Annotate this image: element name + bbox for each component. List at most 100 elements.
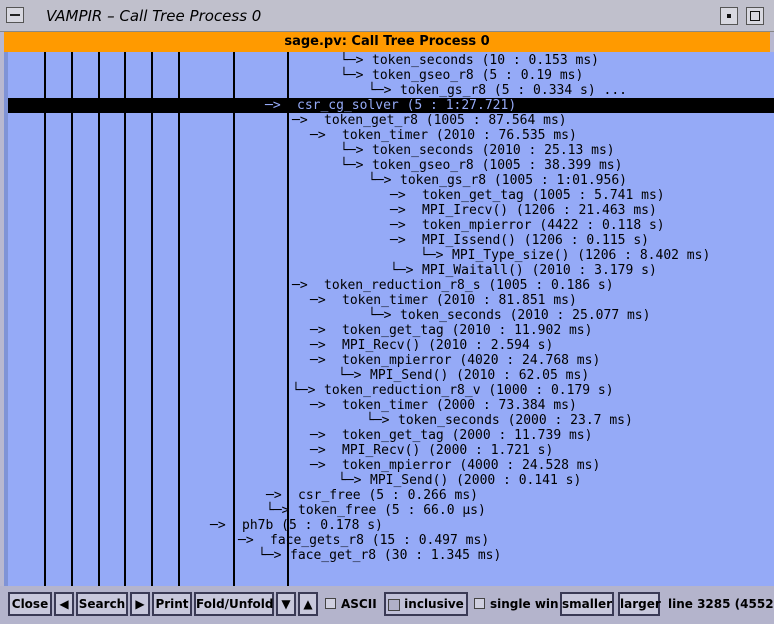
tree-connector: ─> — [390, 188, 406, 203]
tree-row[interactable]: ─> token_get_tag (2010 : 11.902 ms) — [8, 323, 774, 338]
tree-row-label: token_gseo_r8 (1005 : 38.399 ms) — [372, 158, 623, 173]
main-frame: sage.pv: Call Tree Process 0 └─> token_se… — [4, 32, 774, 620]
tree-row-label: token_reduction_r8_v (1000 : 0.179 s) — [324, 383, 614, 398]
minimize-button[interactable] — [720, 7, 738, 25]
tree-row-label: token_seconds (2010 : 25.077 ms) — [400, 308, 651, 323]
tree-row-label: token_gseo_r8 (5 : 0.19 ms) — [372, 68, 584, 83]
tree-row-label: token_mpierror (4020 : 24.768 ms) — [342, 353, 601, 368]
triangle-up-icon: ▲ — [303, 597, 313, 611]
tree-row[interactable]: └─> token_gseo_r8 (1005 : 38.399 ms) — [8, 158, 774, 173]
tree-connector: └─> — [368, 173, 392, 188]
tree-connector: └─> — [368, 308, 392, 323]
tree-row[interactable]: └─> token_gseo_r8 (5 : 0.19 ms) — [8, 68, 774, 83]
tree-connector: ─> — [210, 518, 226, 533]
search-next-button[interactable]: ▶ — [130, 592, 150, 616]
tree-connector: ─> — [310, 458, 326, 473]
tree-connector: └─> — [420, 248, 444, 263]
tree-row[interactable]: ─> token_get_r8 (1005 : 87.564 ms) — [8, 113, 774, 128]
tree-row[interactable]: ─> token_reduction_r8_s (1005 : 0.186 s) — [8, 278, 774, 293]
tree-row-label: token_gs_r8 (1005 : 1:01.956) — [400, 173, 627, 188]
window-title: VAMPIR – Call Tree Process 0 — [46, 7, 262, 25]
tree-row[interactable]: ─> token_mpierror (4000 : 24.528 ms) — [8, 458, 774, 473]
window-menu-button[interactable] — [6, 7, 24, 23]
tree-row-label: MPI_Send() (2000 : 0.141 s) — [370, 473, 582, 488]
single-win-label: single win — [490, 597, 559, 611]
line-status: line 3285 (4552) — [668, 597, 774, 611]
tree-connector: ─> — [310, 443, 326, 458]
tree-connector: └─> — [390, 263, 414, 278]
tree-row[interactable]: ─> token_timer (2010 : 81.851 ms) — [8, 293, 774, 308]
tree-row-label: ph7b (5 : 0.178 s) — [242, 518, 383, 533]
tree-row[interactable]: ─> csr_free (5 : 0.266 ms) — [8, 488, 774, 503]
scroll-down-button[interactable]: ▼ — [276, 592, 296, 616]
call-tree-panel[interactable]: └─> token_seconds (10 : 0.153 ms) └─> token… — [8, 52, 774, 596]
tree-row[interactable]: ─> MPI_Recv() (2000 : 1.721 s) — [8, 443, 774, 458]
tree-row[interactable]: └─> token_gs_r8 (5 : 0.334 s) ... — [8, 83, 774, 98]
tree-connector: ─> — [292, 113, 308, 128]
tree-row[interactable]: ─> token_get_tag (1005 : 5.741 ms) — [8, 188, 774, 203]
tree-row[interactable]: ─> MPI_Recv() (2010 : 2.594 s) — [8, 338, 774, 353]
tree-connector: └─> — [340, 158, 364, 173]
tree-row[interactable]: ─> token_get_tag (2000 : 11.739 ms) — [8, 428, 774, 443]
tree-row[interactable]: └─> MPI_Type_size() (1206 : 8.402 ms) — [8, 248, 774, 263]
single-win-checkbox[interactable] — [474, 598, 485, 609]
tree-row[interactable]: └─> token_seconds (2010 : 25.13 ms) — [8, 143, 774, 158]
tree-row[interactable]: ─> face_gets_r8 (15 : 0.497 ms) — [8, 533, 774, 548]
fold-unfold-button[interactable]: Fold/Unfold — [194, 592, 274, 616]
tree-connector: └─> — [340, 143, 364, 158]
tree-row-label: token_reduction_r8_s (1005 : 0.186 s) — [324, 278, 614, 293]
tree-connector: └─> — [338, 368, 362, 383]
tree-row[interactable]: ─> MPI_Issend() (1206 : 0.115 s) — [8, 233, 774, 248]
tree-row-label: token_timer (2010 : 76.535 ms) — [342, 128, 577, 143]
tree-row[interactable]: └─> MPI_Waitall() (2010 : 3.179 s) — [8, 263, 774, 278]
tree-row[interactable]: └─> token_seconds (2010 : 25.077 ms) — [8, 308, 774, 323]
tree-row-label: token_seconds (10 : 0.153 ms) — [372, 53, 599, 68]
tree-row[interactable]: └─> token_free (5 : 66.0 µs) — [8, 503, 774, 518]
tree-row-label: token_get_r8 (1005 : 87.564 ms) — [324, 113, 567, 128]
tree-row[interactable]: └─> face_get_r8 (30 : 1.345 ms) — [8, 548, 774, 563]
tree-row-label: token_get_tag (1005 : 5.741 ms) — [422, 188, 665, 203]
tree-row[interactable]: ─> token_mpierror (4020 : 24.768 ms) — [8, 353, 774, 368]
ascii-checkbox[interactable] — [325, 598, 336, 609]
tree-row[interactable]: └─> token_reduction_r8_v (1000 : 0.179 s) — [8, 383, 774, 398]
tree-connector: ─> — [310, 293, 326, 308]
tree-row[interactable]: └─> token_gs_r8 (1005 : 1:01.956) — [8, 173, 774, 188]
scroll-up-button[interactable]: ▲ — [298, 592, 318, 616]
tree-connector: ─> — [310, 323, 326, 338]
tree-row-label: token_gs_r8 (5 : 0.334 s) ... — [400, 83, 627, 98]
tree-connector: ─> — [310, 128, 326, 143]
tree-row-label: token_mpierror (4422 : 0.118 s) — [422, 218, 665, 233]
tree-row[interactable]: ─> token_timer (2010 : 76.535 ms) — [8, 128, 774, 143]
tree-row[interactable]: └─> MPI_Send() (2000 : 0.141 s) — [8, 473, 774, 488]
larger-button[interactable]: larger — [618, 592, 661, 616]
ascii-label: ASCII — [341, 597, 377, 611]
tree-connector: └─> — [368, 83, 392, 98]
search-prev-button[interactable]: ◀ — [54, 592, 74, 616]
inclusive-label: inclusive — [404, 597, 464, 611]
tree-row[interactable]: └─> MPI_Send() (2010 : 62.05 ms) — [8, 368, 774, 383]
tree-row-label: MPI_Type_size() (1206 : 8.402 ms) — [452, 248, 711, 263]
maximize-button[interactable] — [746, 7, 764, 25]
bottom-toolbar: Close ◀ Search ▶ Print Fold/Unfold ▼ ▲ A… — [0, 586, 774, 624]
smaller-button[interactable]: smaller — [560, 592, 614, 616]
tree-row-label: token_timer (2000 : 73.384 ms) — [342, 398, 577, 413]
tree-row[interactable]: ─> token_mpierror (4422 : 0.118 s) — [8, 218, 774, 233]
tree-connector: ─> — [266, 488, 282, 503]
tree-row[interactable]: └─> token_seconds (2000 : 23.7 ms) — [8, 413, 774, 428]
tree-row[interactable]: ─> token_timer (2000 : 73.384 ms) — [8, 398, 774, 413]
tree-row-label: csr_cg_solver (5 : 1:27.721) — [297, 98, 517, 113]
tree-row-label: token_mpierror (4000 : 24.528 ms) — [342, 458, 601, 473]
tree-connector: └─> — [258, 548, 282, 563]
triangle-left-icon: ◀ — [59, 597, 69, 611]
tree-row[interactable]: ─> ph7b (5 : 0.178 s) — [8, 518, 774, 533]
tree-row-label: MPI_Waitall() (2010 : 3.179 s) — [422, 263, 657, 278]
tree-connector: └─> — [340, 53, 364, 68]
tree-row[interactable]: └─> token_seconds (10 : 0.153 ms) — [8, 53, 774, 68]
close-button[interactable]: Close — [8, 592, 52, 616]
print-button[interactable]: Print — [152, 592, 192, 616]
inclusive-toggle[interactable]: inclusive — [384, 592, 468, 616]
tree-row[interactable]: ─> MPI_Irecv() (1206 : 21.463 ms) — [8, 203, 774, 218]
tree-row-label: token_get_tag (2010 : 11.902 ms) — [342, 323, 593, 338]
tree-row-selected[interactable]: ─> csr_cg_solver (5 : 1:27.721) — [8, 98, 774, 113]
search-button[interactable]: Search — [76, 592, 128, 616]
